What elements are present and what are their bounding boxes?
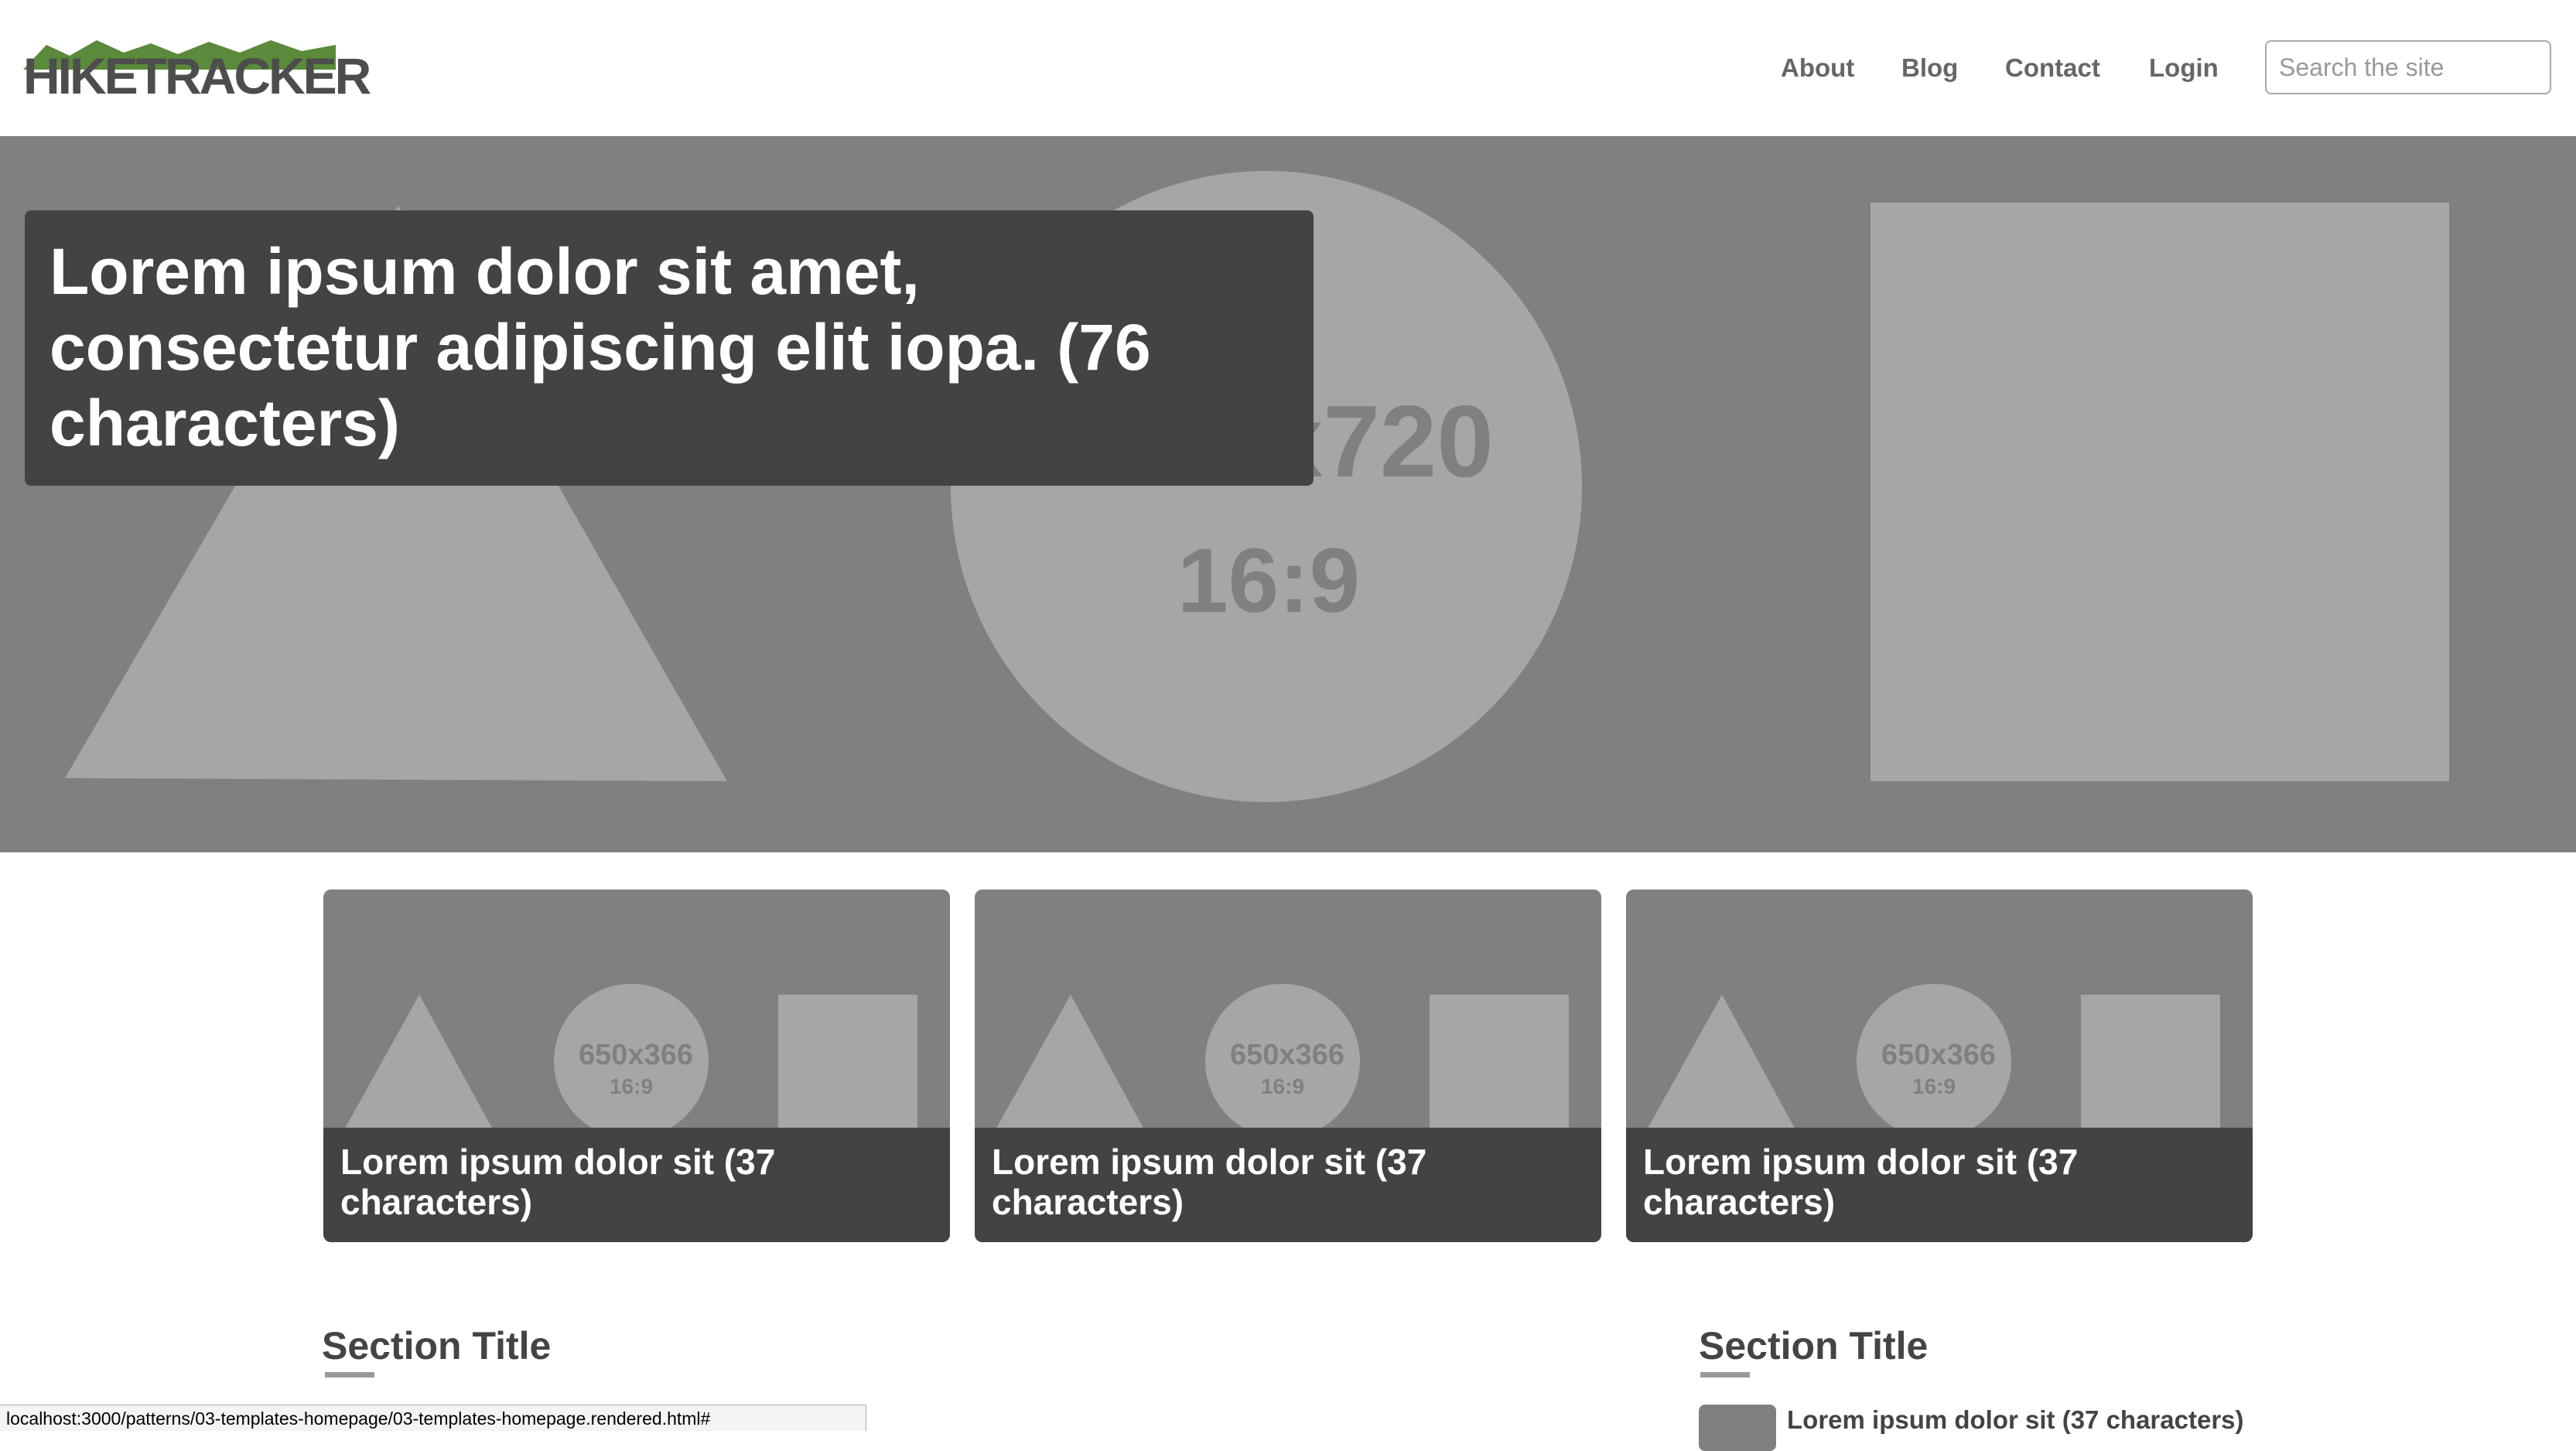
card-title[interactable]: Lorem ipsum dolor sit (37 characters) [992,1142,1584,1222]
section-title-right: Section Title [1699,1324,1929,1367]
card-placeholder-size: 650x366 [1881,1039,1996,1071]
card-placeholder-ratio: 16:9 [1261,1074,1304,1098]
placeholder-triangle [993,995,1146,1134]
section-title-underline [1700,1372,1750,1378]
placeholder-square [1430,995,1569,1134]
feature-card[interactable]: 650x366 16:9 Lorem ipsum dolor sit (37 c… [975,889,1601,1242]
hero-caption: Lorem ipsum dolor sit amet, consectetur … [25,210,1314,486]
section-title-underline [325,1372,374,1378]
hero-banner[interactable]: 1280x720 16:9 Lorem ipsum dolor sit amet… [0,136,2576,852]
hero-title[interactable]: Lorem ipsum dolor sit amet, consectetur … [50,234,1289,461]
card-title[interactable]: Lorem ipsum dolor sit (37 characters) [340,1142,933,1222]
card-placeholder-size: 650x366 [1230,1039,1344,1071]
card-caption: Lorem ipsum dolor sit (37 characters) [1626,1128,2253,1242]
card-caption: Lorem ipsum dolor sit (37 characters) [975,1128,1601,1242]
section-title-left: Section Title [322,1324,552,1367]
nav-contact-link[interactable]: Contact [2005,46,2100,90]
card-placeholder-ratio: 16:9 [610,1074,653,1098]
nav-login-link[interactable]: Login [2149,46,2219,90]
main-nav: About Blog Contact Login [0,46,2576,90]
search-input[interactable] [2265,40,2551,94]
site-header: HIKETRACKER About Blog Contact Login [0,0,2576,136]
placeholder-triangle [1645,995,1798,1134]
list-item-thumbnail[interactable] [1699,1405,1776,1451]
card-caption: Lorem ipsum dolor sit (37 characters) [323,1128,950,1242]
nav-blog-link[interactable]: Blog [1901,46,1958,90]
card-placeholder-ratio: 16:9 [1912,1074,1956,1098]
browser-status-url: localhost:3000/patterns/03-templates-hom… [0,1405,866,1431]
list-item-title[interactable]: Lorem ipsum dolor sit (37 characters) [1787,1405,2244,1436]
placeholder-square [2081,995,2220,1134]
card-title[interactable]: Lorem ipsum dolor sit (37 characters) [1643,1142,2236,1222]
placeholder-triangle [342,995,495,1134]
nav-about-link[interactable]: About [1781,46,1854,90]
placeholder-square [1871,203,2449,781]
placeholder-square [778,995,917,1134]
feature-card[interactable]: 650x366 16:9 Lorem ipsum dolor sit (37 c… [323,889,950,1242]
feature-card[interactable]: 650x366 16:9 Lorem ipsum dolor sit (37 c… [1626,889,2253,1242]
hero-placeholder-ratio: 16:9 [1177,530,1360,632]
card-placeholder-size: 650x366 [579,1039,693,1071]
